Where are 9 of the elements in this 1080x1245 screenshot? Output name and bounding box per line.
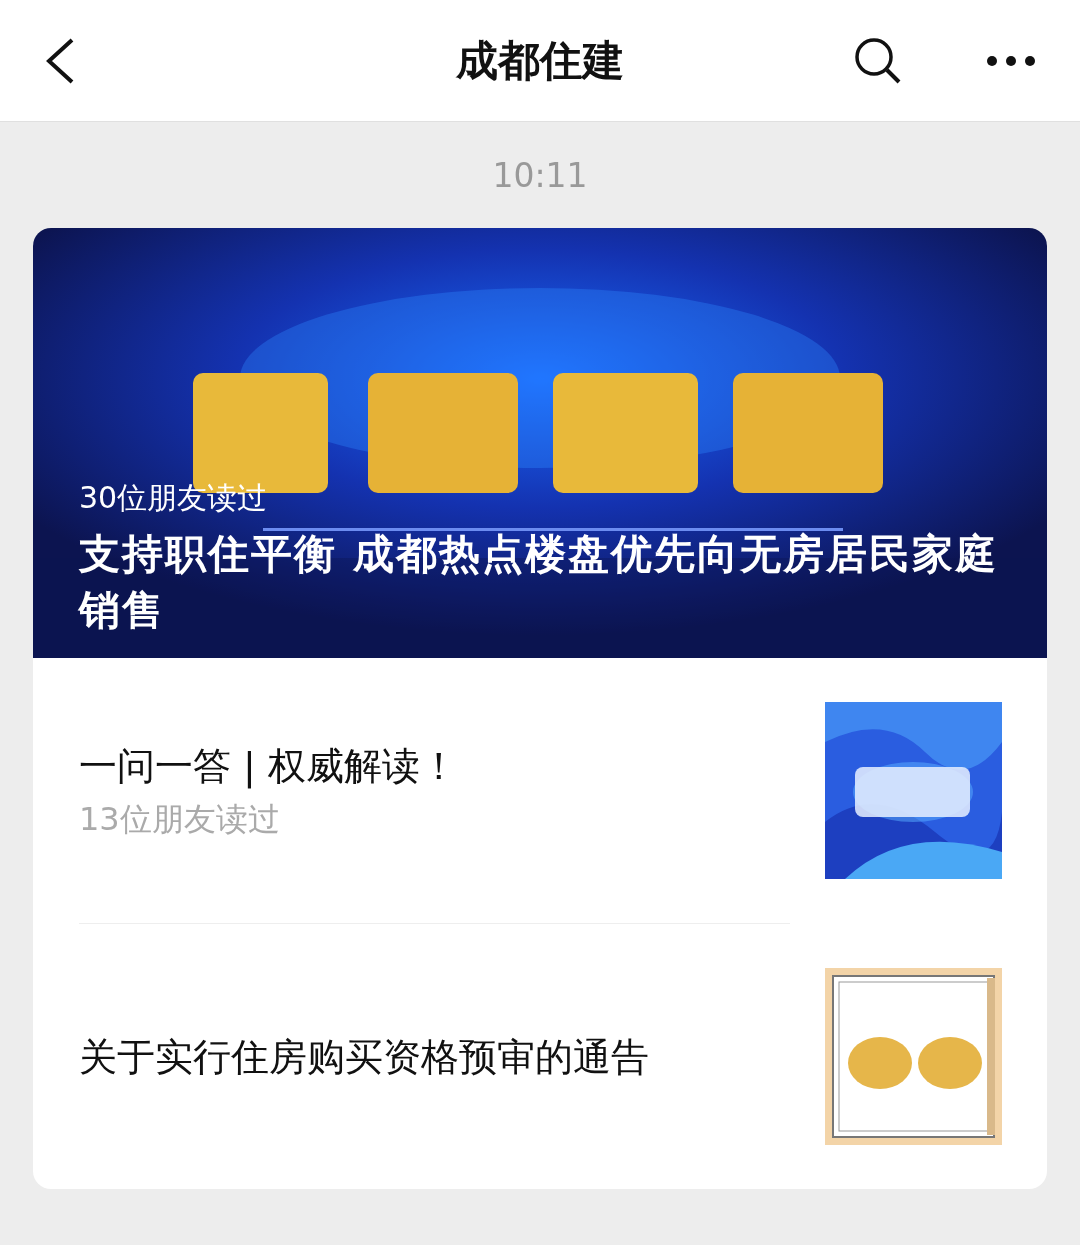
more-icon[interactable]: [986, 54, 1036, 67]
article-title[interactable]: 一问一答 | 权威解读！: [79, 740, 458, 791]
page-title: 成都住建: [456, 35, 624, 85]
timestamp: 10:11: [492, 156, 588, 196]
read-count: 13位朋友读过: [79, 798, 280, 840]
article-title[interactable]: 关于实行住房购买资格预审的通告: [79, 1031, 649, 1082]
article-title[interactable]: 支持职住平衡 成都热点楼盘优先向无房居民家庭销售: [79, 526, 1017, 638]
back-icon[interactable]: [44, 36, 76, 85]
search-icon[interactable]: [854, 36, 902, 85]
